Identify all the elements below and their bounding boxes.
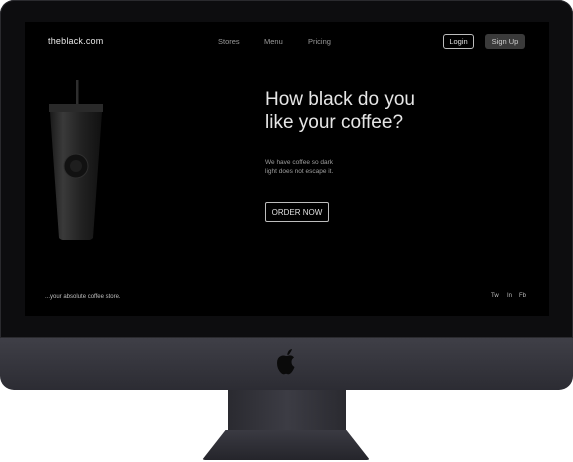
apple-logo-icon: [277, 349, 295, 375]
social-link-facebook[interactable]: Fb: [519, 293, 526, 299]
footer-tagline: ...your absolute coffee store.: [45, 294, 121, 300]
site-logo[interactable]: theblack.com: [48, 36, 103, 46]
social-link-twitter[interactable]: Tw: [491, 293, 499, 299]
login-button[interactable]: Login: [443, 34, 474, 49]
hero-subtext-line2: light does not escape it.: [265, 168, 334, 175]
nav-link-menu[interactable]: Menu: [264, 37, 283, 46]
signup-button[interactable]: Sign Up: [485, 34, 525, 49]
hero-subtext-line1: We have coffee so dark: [265, 159, 334, 166]
hero-subtext: We have coffee so dark light does not es…: [265, 158, 385, 176]
nav-link-pricing[interactable]: Pricing: [308, 37, 331, 46]
monitor-stand-base: [202, 430, 370, 460]
imac-monitor: theblack.com Stores Menu Pricing Login S…: [0, 0, 573, 462]
order-now-button[interactable]: ORDER NOW: [265, 202, 329, 222]
hero-headline-line1: How black do you: [265, 89, 415, 110]
hero-headline-line2: like your coffee?: [265, 112, 404, 133]
social-link-instagram[interactable]: In: [507, 293, 512, 299]
hero-headline: How black do you like your coffee?: [265, 88, 465, 134]
nav-link-stores[interactable]: Stores: [218, 37, 240, 46]
black-tumbler-cup: [49, 80, 103, 240]
